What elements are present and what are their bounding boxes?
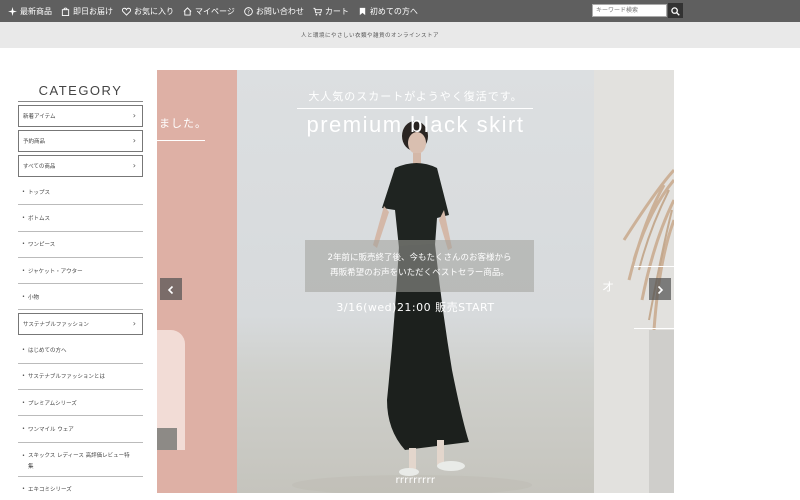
- nav-first-time[interactable]: 初めての方へ: [358, 6, 418, 17]
- slide-message: 2年前に販売終了後、今もたくさんのお客様から 再販希望のお声をいただくベストセラ…: [305, 240, 534, 292]
- category-item[interactable]: • ジャケット・アウター: [18, 258, 143, 285]
- slide-heading: 大人気のスカートがようやく復活です。: [308, 90, 523, 103]
- tagline-bar: 人と環境にやさしい衣類や雑貨のオンラインストア: [0, 22, 800, 48]
- chevron-left-icon: [166, 280, 176, 299]
- prev-slide-shape: [157, 428, 177, 450]
- chevron-right-icon: [655, 280, 665, 299]
- category-label: すべての商品: [23, 164, 56, 170]
- category-list: 新着アイテム › 予約商品 › すべての商品 › • トップス • ボトムス • ワンピース • ジャケッ…: [18, 105, 143, 500]
- category-label: はじめての方へ: [27, 348, 67, 355]
- bullet-icon: •: [22, 188, 25, 195]
- nav-label: 即日お届け: [73, 6, 113, 16]
- bullet-icon: •: [22, 373, 25, 380]
- slide-title: premium black skirt: [306, 112, 525, 137]
- bullet-icon: •: [22, 399, 25, 406]
- slider-next-button[interactable]: [649, 278, 671, 300]
- nav-mypage[interactable]: マイページ: [183, 6, 235, 17]
- divider: [634, 266, 674, 267]
- nav-contact[interactable]: ? お問い合わせ: [244, 6, 304, 17]
- bullet-icon: •: [22, 486, 25, 493]
- next-slide-text: オ: [602, 280, 615, 294]
- bullet-icon: •: [22, 293, 25, 300]
- help-icon: ?: [244, 6, 253, 16]
- bullet-icon: •: [22, 426, 25, 433]
- bullet-icon: •: [22, 214, 25, 221]
- category-label: 新着アイテム: [23, 114, 56, 120]
- heading-divider: [297, 108, 533, 109]
- category-item[interactable]: サステナブルファッション ›: [18, 313, 143, 336]
- category-label: サステナブルファッションとは: [27, 374, 105, 381]
- message-line: 2年前に販売終了後、今もたくさんのお客様から: [327, 253, 512, 263]
- svg-text:?: ?: [247, 9, 250, 15]
- nav-label: お問い合わせ: [255, 6, 304, 16]
- chevron-right-icon: ›: [132, 161, 136, 170]
- bullet-icon: •: [22, 347, 25, 354]
- nav-label: 初めての方へ: [369, 6, 418, 16]
- category-label: ワンピース: [27, 242, 56, 249]
- category-label: スキックス レディース 高評価レビュー特集: [27, 452, 130, 470]
- category-label: サステナブルファッション: [23, 322, 89, 329]
- category-item[interactable]: 予約商品 ›: [18, 130, 143, 152]
- category-item[interactable]: • トップス: [18, 179, 143, 206]
- divider: [157, 140, 205, 141]
- message-line: 再販希望のお声をいただくベストセラー商品。: [330, 268, 509, 278]
- category-item[interactable]: すべての商品 ›: [18, 155, 143, 177]
- category-title: CATEGORY: [18, 82, 143, 102]
- category-sidebar: CATEGORY 新着アイテム › 予約商品 › すべての商品 › • トップス • ボトムス • ワ…: [18, 82, 143, 500]
- category-item[interactable]: • プレミアムシリーズ: [18, 390, 143, 417]
- nav-favorites[interactable]: お気に入り: [121, 6, 174, 17]
- nav-label: お気に入り: [134, 6, 174, 16]
- main-slide[interactable]: 大人気のスカートがようやく復活です。 premium black skirt 2…: [237, 70, 594, 493]
- nav-label: カート: [324, 6, 349, 16]
- search-box: [592, 3, 683, 18]
- slider-prev-button[interactable]: [160, 278, 182, 300]
- hero-slider: ました。 大人気のスカートがようやく復活です。 premium black sk…: [157, 70, 674, 493]
- search-input[interactable]: [592, 4, 667, 17]
- leaf-icon: [358, 7, 367, 16]
- bullet-icon: •: [22, 241, 25, 248]
- sale-date: 3/16(wed)21:00 販売START: [336, 301, 495, 314]
- cart-icon: [313, 7, 322, 16]
- chevron-right-icon: ›: [132, 319, 136, 329]
- category-label: ワンマイル ウェア: [27, 427, 74, 434]
- category-label: 予約商品: [23, 139, 46, 145]
- category-item[interactable]: • ワンマイル ウェア: [18, 416, 143, 443]
- sparkle-icon: [8, 6, 17, 16]
- chevron-right-icon: ›: [132, 111, 136, 120]
- home-icon: [183, 6, 192, 16]
- category-item[interactable]: • エキコミシリーズ: [18, 477, 143, 500]
- bag-icon: [61, 7, 70, 16]
- slider-dots[interactable]: rrrrrrrrr: [237, 475, 594, 486]
- search-button[interactable]: [668, 3, 683, 18]
- nav-cart[interactable]: カート: [313, 6, 349, 17]
- category-label: 小物: [27, 294, 39, 301]
- category-item[interactable]: 新着アイテム ›: [18, 105, 143, 127]
- top-nav: 最新商品 即日お届け お気に入り マイページ ? お問い合わせ カート 初めての…: [0, 0, 800, 22]
- chevron-right-icon: ›: [132, 136, 136, 145]
- category-item[interactable]: • ボトムス: [18, 205, 143, 232]
- category-item[interactable]: • サステナブルファッションとは: [18, 364, 143, 391]
- category-label: ボトムス: [27, 215, 50, 222]
- heart-icon: [121, 7, 132, 16]
- nav-label: マイページ: [195, 6, 235, 16]
- category-label: エキコミシリーズ: [27, 487, 72, 494]
- category-label: トップス: [27, 189, 50, 196]
- category-label: ジャケット・アウター: [27, 268, 83, 275]
- category-item[interactable]: • スキックス レディース 高評価レビュー特集: [18, 443, 143, 477]
- nav-same-day[interactable]: 即日お届け: [61, 6, 113, 17]
- divider: [634, 328, 674, 329]
- category-item[interactable]: • 小物: [18, 284, 143, 311]
- category-item[interactable]: • ワンピース: [18, 232, 143, 258]
- prev-slide-text: ました。: [159, 117, 207, 130]
- nav-new-items[interactable]: 最新商品: [8, 6, 52, 17]
- category-item[interactable]: • はじめての方へ: [18, 337, 143, 364]
- search-icon: [671, 1, 680, 20]
- bullet-icon: •: [22, 267, 25, 274]
- tagline: 人と環境にやさしい衣類や雑貨のオンラインストア: [301, 33, 439, 39]
- category-label: プレミアムシリーズ: [27, 400, 77, 407]
- nav-label: 最新商品: [20, 6, 52, 16]
- bullet-icon: •: [22, 452, 25, 459]
